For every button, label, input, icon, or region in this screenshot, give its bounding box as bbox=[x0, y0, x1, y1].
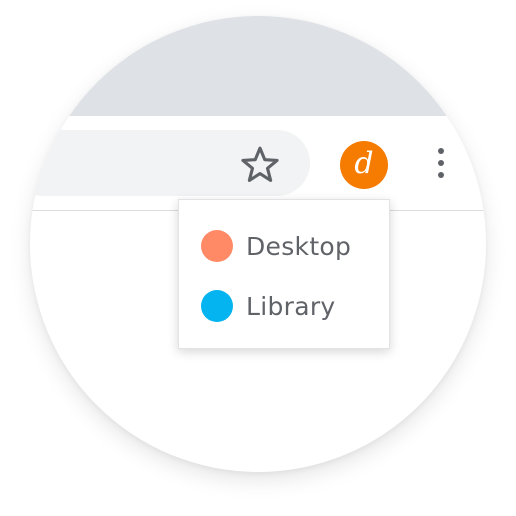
dropdown-item-desktop[interactable]: Desktop bbox=[201, 228, 351, 264]
dropdown-item-label: Library bbox=[246, 291, 336, 321]
magnifier-circle: d Desktop Library bbox=[30, 16, 486, 472]
dropdown-item-library[interactable]: Library bbox=[201, 288, 336, 324]
star-icon[interactable] bbox=[238, 143, 282, 187]
profile-avatar-button[interactable]: d bbox=[340, 141, 388, 189]
library-dot-icon bbox=[201, 290, 233, 322]
extension-dropdown-menu: Desktop Library bbox=[178, 199, 390, 349]
desktop-dot-icon bbox=[201, 230, 233, 262]
browser-toolbar bbox=[30, 116, 486, 211]
magnified-view: d Desktop Library bbox=[0, 0, 516, 516]
more-vert-icon[interactable] bbox=[434, 144, 448, 184]
tab-strip bbox=[30, 16, 486, 116]
dropdown-item-label: Desktop bbox=[246, 231, 352, 261]
